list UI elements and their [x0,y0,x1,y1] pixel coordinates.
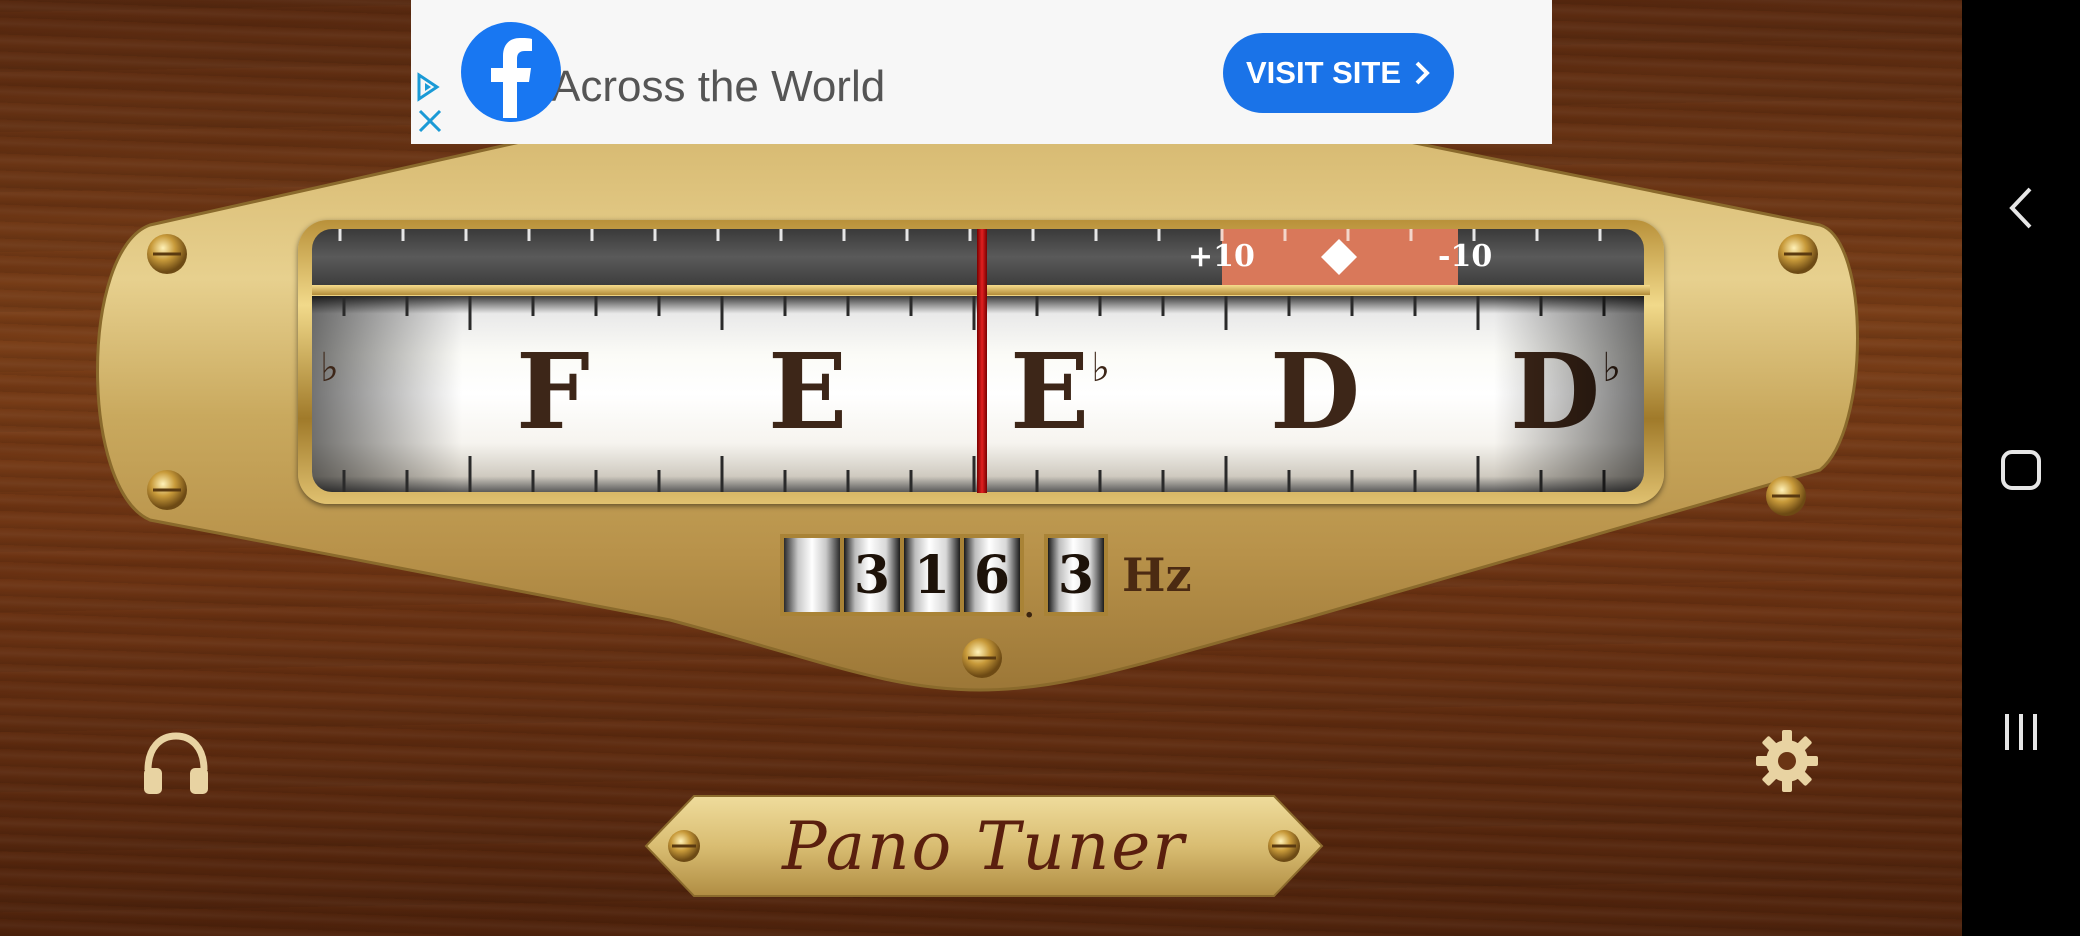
frequency-digit: 6 [960,534,1024,616]
close-icon[interactable] [417,108,443,134]
cents-minus-label: -10 [1438,239,1493,274]
note-label: D [1270,330,1361,453]
tuner-app: +10 -10 ♭ F E E♭ D D♭ 3 1 6 . 3 Hz Pano … [0,0,1962,936]
ad-headline[interactable]: Across the World [551,62,885,112]
app-title: Pano Tuner [782,807,1186,885]
headphones-button[interactable] [140,730,212,796]
screw-top-left [147,234,187,274]
note-label: E♭ [1010,330,1111,453]
decimal-separator: . [1024,590,1035,625]
visit-site-button[interactable]: VISIT SITE [1223,33,1454,113]
adchoices-icon[interactable] [415,72,441,102]
gear-icon [1756,730,1818,792]
home-button[interactable] [1962,430,2080,510]
screw-bottom-right [1766,476,1806,516]
frequency-digit: 3 [840,534,904,616]
headphones-icon [144,732,208,794]
ad-banner[interactable]: Across the World VISIT SITE [411,0,1552,144]
tuning-needle [977,229,987,493]
frequency-unit: Hz [1122,548,1192,602]
settings-button[interactable] [1754,728,1820,794]
note-label: ♭ [320,344,339,391]
frequency-digit [780,534,844,616]
screw-bottom-center [962,638,1002,678]
frequency-decimal-digit: 3 [1044,534,1108,616]
screw-bottom-left [147,470,187,510]
recents-icon [2005,714,2037,750]
screw-top-right [1778,234,1818,274]
recents-button[interactable] [1962,692,2080,772]
system-navigation-bar [1962,0,2080,936]
frequency-digit: 1 [900,534,964,616]
facebook-icon[interactable] [461,22,561,122]
back-button[interactable] [1962,168,2080,248]
app-name-plate: Pano Tuner [644,794,1324,898]
visit-site-label: VISIT SITE [1245,55,1402,90]
chevron-right-icon [1415,61,1430,85]
note-label: F [516,330,590,453]
cents-plus-label: +10 [1188,239,1255,274]
back-icon [2009,187,2032,229]
home-icon [2001,450,2041,490]
note-label: D♭ [1510,330,1622,453]
note-label: E [768,330,848,453]
